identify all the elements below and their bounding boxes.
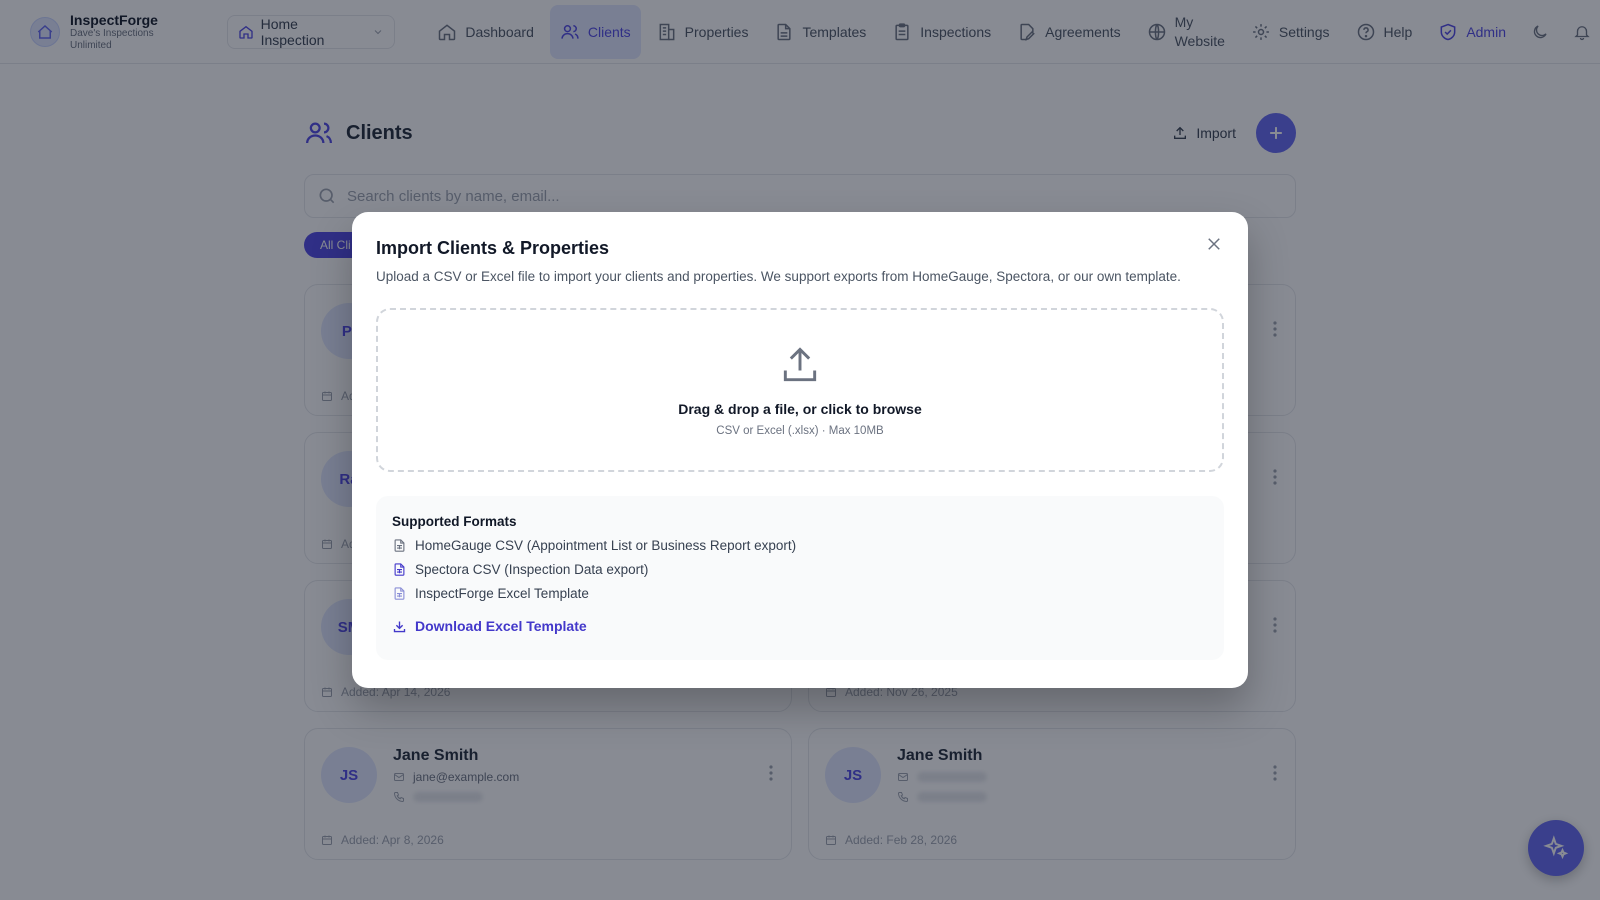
download-template-label: Download Excel Template (415, 618, 587, 634)
upload-icon (778, 343, 822, 387)
dropzone-title: Drag & drop a file, or click to browse (678, 401, 922, 417)
format-item: Spectora CSV (Inspection Data export) (392, 562, 1208, 577)
file-spreadsheet-icon (392, 562, 407, 577)
import-modal: Import Clients & Properties Upload a CSV… (352, 212, 1248, 688)
format-label: InspectForge Excel Template (415, 586, 589, 601)
file-dropzone[interactable]: Drag & drop a file, or click to browse C… (376, 308, 1224, 472)
download-icon (392, 619, 407, 634)
format-label: Spectora CSV (Inspection Data export) (415, 562, 649, 577)
file-spreadsheet-icon (392, 538, 407, 553)
dropzone-subtitle: CSV or Excel (.xlsx) · Max 10MB (716, 425, 884, 437)
download-template-link[interactable]: Download Excel Template (392, 618, 1208, 634)
format-item: HomeGauge CSV (Appointment List or Busin… (392, 538, 1208, 553)
close-icon (1205, 235, 1223, 253)
modal-title: Import Clients & Properties (376, 238, 610, 258)
format-label: HomeGauge CSV (Appointment List or Busin… (415, 538, 797, 553)
supported-formats-panel: Supported Formats HomeGauge CSV (Appoint… (376, 496, 1224, 660)
supported-formats-title: Supported Formats (392, 514, 517, 529)
close-button[interactable] (1200, 230, 1228, 258)
format-item: InspectForge Excel Template (392, 586, 1208, 601)
file-spreadsheet-icon (392, 586, 407, 601)
modal-description: Upload a CSV or Excel file to import you… (376, 269, 1181, 284)
